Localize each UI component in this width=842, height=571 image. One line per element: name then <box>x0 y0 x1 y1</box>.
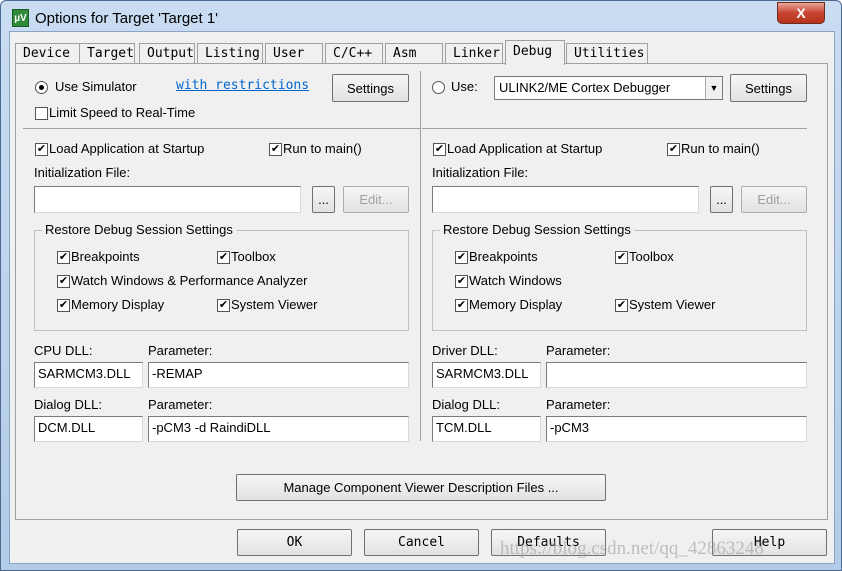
manage-component-viewer-button[interactable]: Manage Component Viewer Description File… <box>236 474 606 501</box>
dll-label: Driver DLL: <box>432 343 498 358</box>
dll-input[interactable]: SARMCM3.DLL <box>432 362 541 388</box>
chevron-down-icon[interactable]: ▼ <box>705 77 722 99</box>
dialog-dll-input[interactable]: DCM.DLL <box>34 416 143 442</box>
debugger-select[interactable]: ULINK2/ME Cortex Debugger ▼ <box>494 76 723 100</box>
tab-listing[interactable]: Listing <box>197 43 263 64</box>
parameter-input[interactable]: -REMAP <box>148 362 409 388</box>
init-file-label: Initialization File: <box>432 165 529 180</box>
browse-button[interactable]: ... <box>710 186 733 213</box>
load_app-label: Load Application at Startup <box>447 141 603 156</box>
tab-output[interactable]: Output <box>139 43 195 64</box>
tab-cc[interactable]: C/C++ <box>325 43 383 64</box>
toolbox-checkbox[interactable]: ✔ <box>217 251 230 264</box>
right-separator <box>422 128 807 129</box>
debugger-settings-button[interactable]: Settings <box>730 74 807 102</box>
memory-label: Memory Display <box>469 297 563 312</box>
dialog-dll-label: Dialog DLL: <box>432 397 500 412</box>
breakpoints-checkbox[interactable]: ✔ <box>455 251 468 264</box>
simulator-settings-button[interactable]: Settings <box>332 74 409 102</box>
memory-checkbox[interactable]: ✔ <box>57 299 70 312</box>
watch-label: Watch Windows <box>469 273 562 288</box>
debugger-select-value: ULINK2/ME Cortex Debugger <box>499 80 671 95</box>
init-file-input[interactable] <box>34 186 301 213</box>
parameter-input[interactable] <box>546 362 807 388</box>
dll-label: CPU DLL: <box>34 343 93 358</box>
load_app-checkbox[interactable]: ✔ <box>35 143 48 156</box>
run_main-checkbox[interactable]: ✔ <box>269 143 282 156</box>
edit-button: Edit... <box>343 186 409 213</box>
pane-divider <box>420 71 421 441</box>
run_main-label: Run to main() <box>681 141 760 156</box>
memory-checkbox[interactable]: ✔ <box>455 299 468 312</box>
run_main-label: Run to main() <box>283 141 362 156</box>
tab-device[interactable]: Device <box>15 43 83 64</box>
tab-utilities[interactable]: Utilities <box>566 43 648 64</box>
breakpoints-label: Breakpoints <box>71 249 140 264</box>
toolbox-checkbox[interactable]: ✔ <box>615 251 628 264</box>
init-file-label: Initialization File: <box>34 165 131 180</box>
breakpoints-label: Breakpoints <box>469 249 538 264</box>
watch-checkbox[interactable]: ✔ <box>57 275 70 288</box>
limit_speed-label: Limit Speed to Real-Time <box>49 105 196 120</box>
toolbox-label: Toolbox <box>231 249 276 264</box>
watch-label: Watch Windows & Performance Analyzer <box>71 273 308 288</box>
use-simulator-radio[interactable] <box>35 81 48 94</box>
load_app-checkbox[interactable]: ✔ <box>433 143 446 156</box>
memory-label: Memory Display <box>71 297 165 312</box>
dialog-parameter-label: Parameter: <box>148 397 213 412</box>
dialog-parameter-label: Parameter: <box>546 397 611 412</box>
use-debugger-label: Use: <box>451 79 478 94</box>
use-debugger-radio[interactable] <box>432 81 445 94</box>
dialog-dll-label: Dialog DLL: <box>34 397 102 412</box>
run_main-checkbox[interactable]: ✔ <box>667 143 680 156</box>
tab-linker[interactable]: Linker <box>445 43 503 64</box>
dialog-parameter-input[interactable]: -pCM3 <box>546 416 807 442</box>
restore-settings-label: Restore Debug Session Settings <box>440 222 634 237</box>
load_app-label: Load Application at Startup <box>49 141 205 156</box>
limit_speed-checkbox[interactable] <box>35 107 48 120</box>
sysviewer-checkbox[interactable]: ✔ <box>217 299 230 312</box>
breakpoints-checkbox[interactable]: ✔ <box>57 251 70 264</box>
ok-button[interactable]: OK <box>237 529 352 556</box>
restore-settings-label: Restore Debug Session Settings <box>42 222 236 237</box>
debug-tab-panel: Use Simulator with restrictions Settings Li… <box>15 63 828 520</box>
dialog-parameter-input[interactable]: -pCM3 -d RaindiDLL <box>148 416 409 442</box>
close-button[interactable]: X <box>777 2 825 24</box>
parameter-label: Parameter: <box>148 343 213 358</box>
watch-checkbox[interactable]: ✔ <box>455 275 468 288</box>
with-restrictions-link[interactable]: with restrictions <box>176 78 309 93</box>
dll-input[interactable]: SARMCM3.DLL <box>34 362 143 388</box>
tab-target[interactable]: Target <box>79 43 135 64</box>
left-separator <box>23 128 420 129</box>
window-title: Options for Target 'Target 1' <box>35 10 219 27</box>
tab-debug[interactable]: Debug <box>505 40 565 65</box>
dialog-dll-input[interactable]: TCM.DLL <box>432 416 541 442</box>
tab-user[interactable]: User <box>265 43 323 64</box>
init-file-input[interactable] <box>432 186 699 213</box>
use-simulator-label: Use Simulator <box>55 79 137 94</box>
sysviewer-label: System Viewer <box>231 297 318 312</box>
tab-asm[interactable]: Asm <box>385 43 443 64</box>
sysviewer-checkbox[interactable]: ✔ <box>615 299 628 312</box>
sysviewer-label: System Viewer <box>629 297 716 312</box>
watermark: https://blog.csdn.net/qq_42863248 <box>500 538 764 559</box>
browse-button[interactable]: ... <box>312 186 335 213</box>
edit-button: Edit... <box>741 186 807 213</box>
parameter-label: Parameter: <box>546 343 611 358</box>
toolbox-label: Toolbox <box>629 249 674 264</box>
cancel-button[interactable]: Cancel <box>364 529 479 556</box>
keil-app-icon: µV <box>12 9 29 27</box>
